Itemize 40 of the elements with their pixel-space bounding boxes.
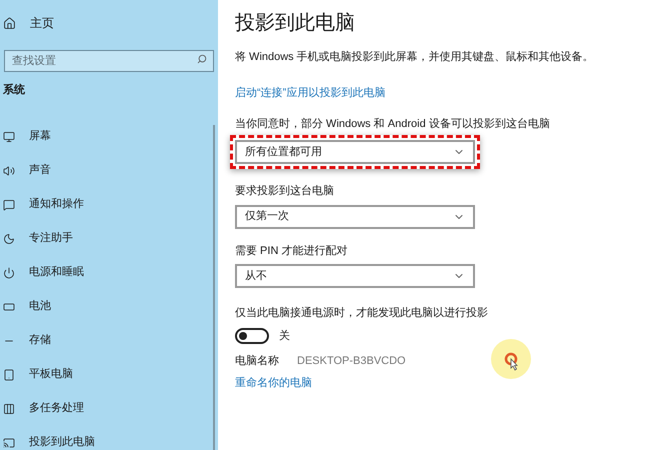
nav-item[interactable]: 多任务处理	[0, 392, 218, 426]
search-field[interactable]: 查找设置	[4, 50, 214, 72]
search-icon	[197, 54, 207, 64]
home-icon	[3, 16, 16, 30]
toggle-switch[interactable]	[235, 328, 269, 344]
setting-label: 当你同意时，部分 Windows 和 Android 设备可以投影到这台电脑	[235, 116, 550, 132]
pc-name-label: 电脑名称	[235, 354, 279, 369]
message-icon	[3, 198, 15, 210]
dropdown[interactable]: 仅第一次	[235, 204, 475, 228]
power-icon	[3, 266, 15, 278]
page-title: 投影到此电脑	[235, 11, 355, 36]
setting-label: 仅当此电脑接通电源时，才能发现此电脑以进行投影	[235, 306, 488, 321]
speaker-icon	[3, 164, 15, 176]
nav-item[interactable]: 屏幕	[0, 120, 218, 154]
nav-item[interactable]: 声音	[0, 154, 218, 188]
nav-item[interactable]: 存储	[0, 324, 218, 358]
display-icon	[3, 130, 15, 142]
setting-label: 需要 PIN 才能进行配对	[235, 244, 348, 258]
setting-label: 要求投影到这台电脑	[235, 184, 334, 199]
multitask-icon	[3, 402, 15, 414]
home-item[interactable]: 主页	[0, 14, 218, 32]
cursor-highlight-icon	[490, 338, 532, 380]
nav-item[interactable]: 电池	[0, 290, 218, 324]
tablet-icon	[3, 368, 15, 380]
battery-icon	[3, 300, 15, 312]
nav-item[interactable]: 通知和操作	[0, 188, 218, 222]
nav-item[interactable]: 平板电脑	[0, 358, 218, 392]
pc-name-value: DESKTOP-B3BVCDO	[297, 354, 406, 369]
section-heading: 系统	[3, 82, 26, 98]
dropdown[interactable]: 所有位置都可用	[235, 140, 475, 164]
connect-app-link[interactable]: 启动“连接”应用以投影到此电脑	[235, 85, 386, 102]
nav-item[interactable]: 投影到此电脑	[0, 426, 218, 450]
description: 将 Windows 手机或电脑投影到此屏幕，并使用其键盘、鼠标和其他设备。	[235, 50, 595, 65]
dropdown[interactable]: 从不	[235, 264, 475, 288]
toggle-state: 关	[279, 328, 290, 344]
projection-icon	[3, 436, 15, 448]
moon-icon	[3, 232, 15, 244]
nav-item[interactable]: 专注助手	[0, 222, 218, 256]
nav-item[interactable]: 电源和睡眠	[0, 256, 218, 290]
rename-link[interactable]: 重命名你的电脑	[235, 374, 312, 391]
